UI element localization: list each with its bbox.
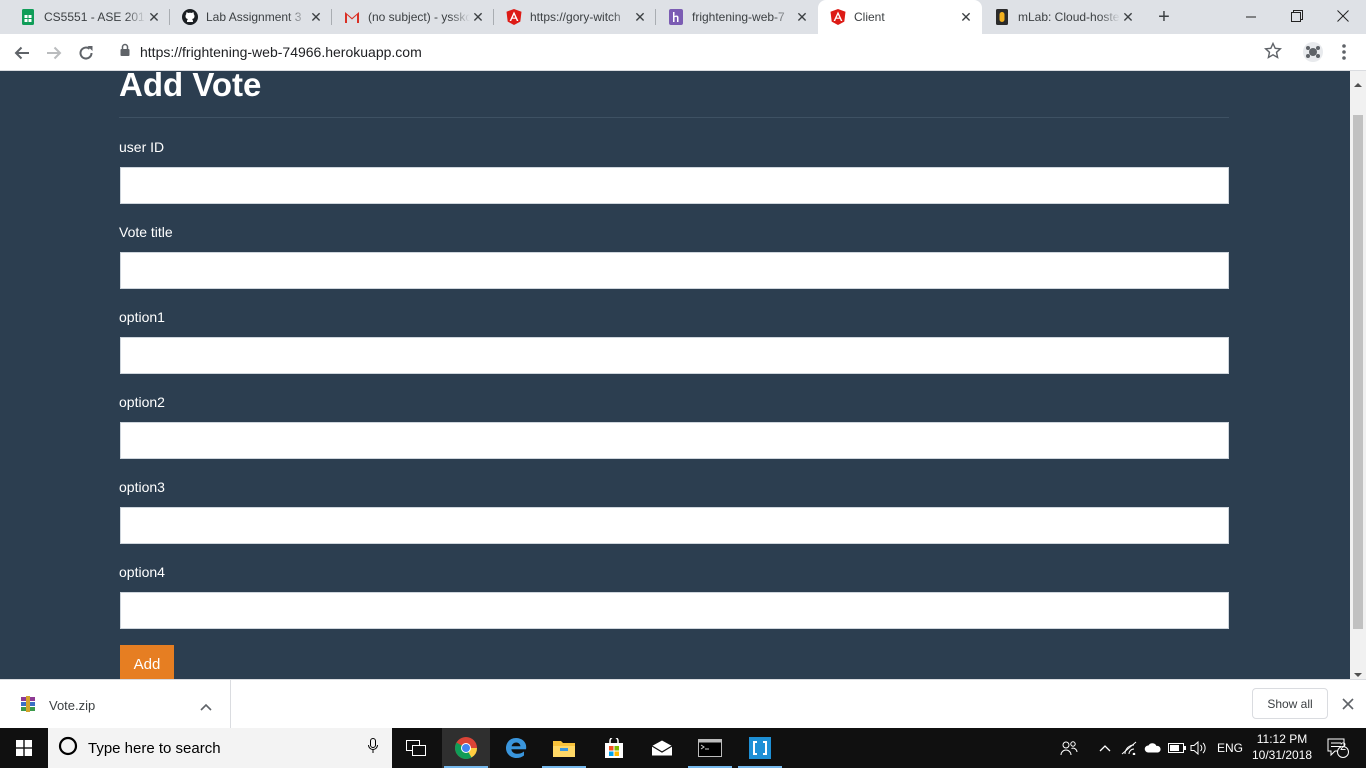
extension-icon[interactable] [1300,39,1326,65]
cortana-icon [58,736,78,761]
browser-menu-icon[interactable] [1334,42,1354,62]
lock-icon [120,43,130,61]
tab-close-icon[interactable]: ✕ [958,9,974,25]
tab-title: (no subject) - ysskc [368,10,470,24]
edge-taskbar-icon[interactable] [492,728,540,768]
clock-date: 10/31/2018 [1251,748,1313,762]
add-button[interactable]: Add [120,645,174,679]
heading-divider [119,117,1229,118]
microphone-icon[interactable] [368,737,378,759]
tab-mlab[interactable]: mLab: Cloud-hoste ✕ [982,0,1144,34]
download-bar: Vote.zip Show all [0,679,1366,729]
url-text: https://frightening-web-74966.herokuapp.… [140,44,422,60]
tab-title: Client [854,10,885,24]
restore-button[interactable] [1274,0,1320,32]
tab-close-icon[interactable]: ✕ [1120,9,1136,25]
battery-icon[interactable] [1166,728,1188,768]
page-scrollbar[interactable] [1350,71,1366,679]
action-center-icon[interactable]: 2 [1318,728,1358,768]
github-icon [182,9,198,25]
browser-tab-strip: CS5551 - ASE 2018 ✕ Lab Assignment 3 ✕ (… [0,0,1366,34]
tab-title: frightening-web-7 [692,10,785,24]
tab-close-icon[interactable]: ✕ [632,9,648,25]
download-file-name: Vote.zip [49,698,96,713]
tab-gory-witch[interactable]: https://gory-witch ✕ [494,0,656,34]
chevron-up-icon[interactable] [1094,728,1116,768]
mail-icon[interactable] [638,728,686,768]
option4-label: option4 [119,564,165,580]
tab-cs5551[interactable]: CS5551 - ASE 2018 ✕ [0,0,170,34]
back-button[interactable] [8,39,36,67]
mlab-icon [994,9,1010,25]
language-indicator[interactable]: ENG [1212,728,1248,768]
gmail-icon [344,9,360,25]
chevron-up-icon[interactable] [200,698,212,716]
tab-close-icon[interactable]: ✕ [470,9,486,25]
close-icon[interactable] [1340,696,1356,712]
forward-button[interactable] [40,39,68,67]
option2-label: option2 [119,394,165,410]
volume-icon[interactable] [1188,728,1210,768]
minimize-button[interactable] [1228,0,1274,32]
chrome-taskbar-icon[interactable] [442,728,490,768]
show-all-button[interactable]: Show all [1252,688,1328,719]
tab-client[interactable]: Client ✕ [818,0,982,34]
tab-title: CS5551 - ASE 2018 [44,10,146,24]
scroll-thumb[interactable] [1353,115,1363,629]
browser-toolbar: https://frightening-web-74966.herokuapp.… [0,34,1366,71]
google-sheets-icon [20,9,36,25]
clock[interactable]: 11:12 PM 10/31/2018 [1250,731,1314,763]
microsoft-store-icon[interactable] [590,728,638,768]
page-title: Add Vote [119,71,262,103]
user-id-input[interactable] [120,167,1229,204]
file-explorer-icon[interactable] [540,728,588,768]
zip-archive-icon [20,696,36,712]
heroku-icon [668,9,684,25]
vote-title-input[interactable] [120,252,1229,289]
command-prompt-icon[interactable] [686,728,734,768]
onedrive-cloud-icon[interactable] [1142,728,1164,768]
vote-title-label: Vote title [119,224,173,240]
people-icon[interactable] [1056,728,1082,768]
option3-label: option3 [119,479,165,495]
option3-input[interactable] [120,507,1229,544]
option1-input[interactable] [120,337,1229,374]
wifi-icon[interactable] [1118,728,1140,768]
tab-close-icon[interactable]: ✕ [308,9,324,25]
tab-frightening-web[interactable]: frightening-web-7 ✕ [656,0,818,34]
scroll-up-arrow-icon[interactable] [1354,75,1362,93]
user-id-label: user ID [119,139,165,155]
option4-input[interactable] [120,592,1229,629]
tab-close-icon[interactable]: ✕ [794,9,810,25]
close-window-button[interactable] [1320,0,1366,32]
angular-icon [830,9,846,25]
tab-title: https://gory-witch [530,10,621,24]
tab-lab-assignment[interactable]: Lab Assignment 3 ✕ [170,0,332,34]
reload-button[interactable] [72,39,100,67]
task-view-icon[interactable] [392,728,440,768]
clock-time: 11:12 PM [1256,732,1308,746]
page-content: Add Vote user ID Vote title option1 opti… [0,71,1350,679]
windows-taskbar: Type here to search ENG 11:12 PM 10/31/2… [0,728,1366,768]
bookmark-star-icon[interactable] [1263,41,1283,65]
tab-title: mLab: Cloud-hoste [1018,10,1120,24]
notification-count-badge: 2 [1340,741,1347,753]
tab-gmail[interactable]: (no subject) - ysskc ✕ [332,0,494,34]
angular-icon [506,9,522,25]
option1-label: option1 [119,309,165,325]
new-tab-button[interactable]: + [1153,7,1175,29]
windows-start-icon[interactable] [0,728,48,768]
tab-title: Lab Assignment 3 [206,10,302,24]
tab-close-icon[interactable]: ✕ [146,9,162,25]
taskbar-search-box[interactable]: Type here to search [48,728,392,768]
option2-input[interactable] [120,422,1229,459]
address-bar[interactable]: https://frightening-web-74966.herokuapp.… [108,37,1294,67]
app-bracket-icon[interactable] [736,728,784,768]
download-item[interactable]: Vote.zip [0,680,231,729]
search-placeholder: Type here to search [88,739,221,757]
